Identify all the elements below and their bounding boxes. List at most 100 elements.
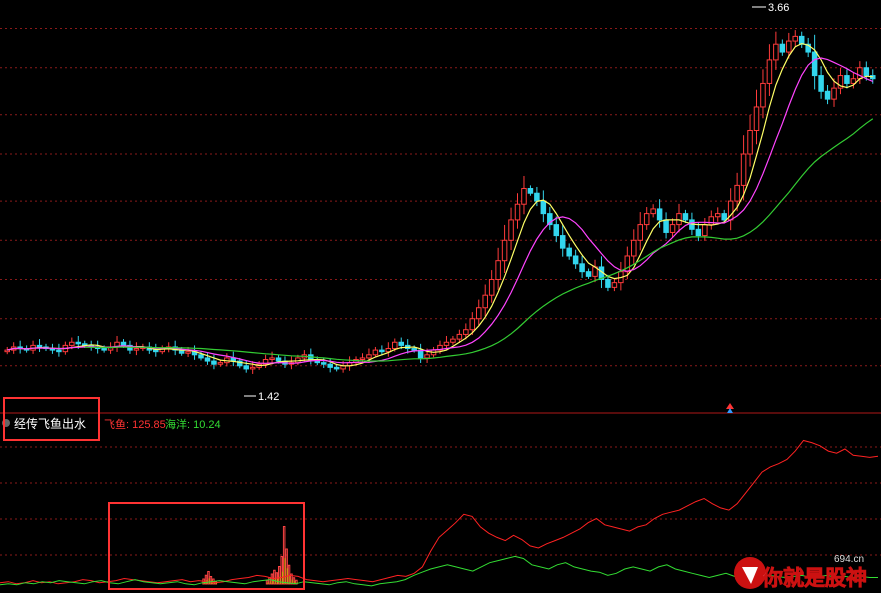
candle-body [760, 82, 766, 108]
candle-body [527, 188, 534, 194]
candle-body [643, 213, 650, 226]
histogram-bar-fill [208, 578, 210, 584]
candle-body [4, 349, 10, 353]
candle-body [585, 271, 592, 277]
candle-body [411, 348, 417, 351]
candle-body [553, 224, 560, 237]
candle-body [572, 255, 579, 265]
candle-body [508, 219, 514, 241]
candle-body [747, 129, 753, 155]
feiyu-label: 飞鱼: 125.85 [104, 417, 166, 431]
candle-body [650, 208, 656, 215]
candle-body [753, 106, 760, 131]
candle-body [185, 351, 191, 354]
candle-body [443, 341, 450, 346]
candle-body [101, 348, 107, 351]
candle-body [702, 224, 708, 237]
signal-arrow-icon [726, 403, 734, 413]
candle-body [482, 294, 488, 309]
candle-body [579, 263, 585, 273]
candle-body [818, 75, 824, 92]
candle-body [211, 360, 217, 365]
histogram-bar-fill [267, 582, 269, 584]
candle-body [521, 188, 527, 205]
candle-body [663, 219, 669, 233]
candle-body [198, 354, 204, 359]
candle-body [714, 213, 721, 218]
candle-body [120, 341, 127, 346]
candle-body [249, 366, 256, 370]
ma-line-ma5 [7, 42, 873, 367]
candle-body [844, 75, 850, 84]
candle-body [398, 341, 405, 346]
candle-body [811, 51, 818, 77]
candle-body [605, 279, 611, 288]
candle-body [75, 341, 82, 345]
candle-body [824, 90, 831, 100]
candle-body [333, 366, 340, 370]
candle-body [495, 260, 501, 281]
ma-line-ma10 [7, 57, 874, 364]
stock-chart: 3.66 1.42 经传飞鱼出水 飞鱼: 125.85 海洋: 10.24 69… [0, 2, 881, 590]
candle-body [708, 216, 715, 226]
candle-body [611, 282, 618, 288]
site-logo: 694.cn 你就是股神 [734, 554, 867, 590]
candle-body [153, 349, 159, 353]
candle-body [243, 365, 249, 370]
logo-text: 你就是股神 [761, 566, 867, 590]
candle-body [656, 208, 663, 221]
candle-body [269, 357, 275, 361]
candle-body [779, 43, 786, 53]
candle-body [676, 213, 682, 226]
candle-body [217, 362, 224, 365]
candle-body [559, 235, 566, 249]
candle-body [631, 239, 637, 257]
candle-body [857, 67, 863, 80]
price-high-label: 3.66 [768, 2, 789, 14]
candle-body [133, 348, 140, 351]
candle-body [863, 67, 870, 77]
candle-body [534, 192, 540, 202]
candle-body [463, 329, 469, 335]
candle-body [773, 43, 779, 61]
candle-body [359, 357, 366, 361]
candle-body [514, 203, 521, 221]
candle-body [831, 87, 837, 100]
candle-body [69, 341, 75, 346]
candle-body [320, 362, 327, 365]
candle-body [372, 349, 379, 356]
candle-body [566, 247, 572, 257]
histogram-bar-fill [284, 558, 286, 584]
candle-body [734, 184, 740, 202]
candle-body [56, 349, 62, 353]
candle-body [475, 307, 482, 320]
candle-body [450, 338, 456, 343]
candle-body [786, 40, 792, 53]
candle-body [379, 349, 385, 353]
candle-body [456, 333, 463, 340]
moving-average-lines [7, 42, 874, 367]
candle-body [501, 239, 508, 262]
candle-body [695, 228, 702, 237]
candle-body [624, 255, 631, 273]
candle-body [204, 357, 211, 362]
price-gridlines [0, 28, 881, 367]
candlesticks [4, 30, 876, 374]
candle-body [275, 357, 282, 362]
haiyang-label: 海洋: 10.24 [165, 417, 221, 431]
candle-body [669, 224, 676, 233]
histogram-bar-fill [269, 581, 271, 584]
candle-body [682, 213, 689, 221]
logo-site-text: 694.cn [834, 554, 864, 565]
candle-body [469, 318, 476, 331]
price-high-marker: 3.66 [752, 2, 789, 14]
candle-body [792, 35, 799, 42]
indicator-header: 经传飞鱼出水 飞鱼: 125.85 海洋: 10.24 [2, 416, 221, 431]
candle-body [488, 279, 495, 296]
price-low-label: 1.42 [258, 391, 279, 403]
indicator-name: 经传飞鱼出水 [14, 416, 86, 431]
indicator-gridlines [0, 446, 881, 556]
candle-body [366, 354, 372, 359]
candle-body [36, 344, 43, 348]
candle-body [327, 363, 333, 368]
